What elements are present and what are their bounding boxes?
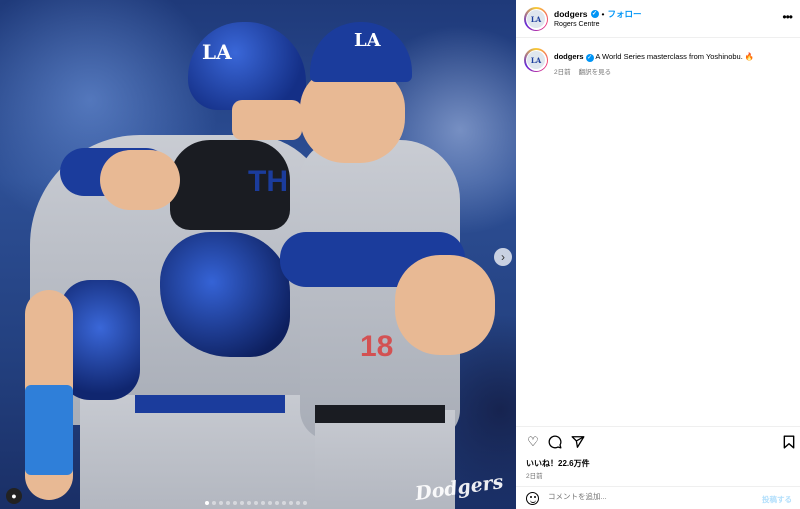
carousel-dot <box>275 501 279 505</box>
person-icon: ● <box>11 491 17 501</box>
pitcher-face <box>300 68 405 163</box>
carousel-dot <box>289 501 293 505</box>
share-icon[interactable] <box>571 435 585 449</box>
jersey-number-fragment: 18 <box>360 330 394 363</box>
carousel-dot <box>282 501 286 505</box>
like-heart-icon[interactable]: ♡ <box>526 435 540 449</box>
carousel-dot <box>268 501 272 505</box>
carousel-dot <box>219 501 223 505</box>
catcher-helmet <box>188 22 306 110</box>
helmet-logo: LA <box>202 40 232 64</box>
username-link[interactable]: dodgers <box>554 9 588 19</box>
comment-bar: 投稿する <box>516 486 800 509</box>
verified-badge-icon: ✓ <box>590 10 599 18</box>
wristband <box>25 385 73 475</box>
location-link[interactable]: Rogers Centre <box>554 21 600 28</box>
carousel-dot <box>205 501 209 505</box>
comment-icon[interactable] <box>548 435 562 449</box>
pitcher-forearm <box>395 255 495 355</box>
follow-button[interactable]: フォロー <box>608 8 642 20</box>
comment-input[interactable] <box>548 492 748 501</box>
catcher-neck <box>232 100 302 140</box>
carousel-dots <box>205 501 307 505</box>
carousel-dot <box>212 501 216 505</box>
emoji-icon[interactable] <box>526 492 539 505</box>
carousel-dot <box>240 501 244 505</box>
tagged-user-button[interactable]: ● <box>6 488 22 504</box>
carousel-dot <box>233 501 237 505</box>
post-details-panel: LA dodgers ✓ • フォロー Rogers Centre ••• LA… <box>516 0 800 509</box>
carousel-dot <box>261 501 265 505</box>
avatar[interactable]: LA <box>524 48 548 72</box>
catcher-belt <box>135 395 285 413</box>
more-options-icon[interactable]: ••• <box>782 10 793 24</box>
post-timestamp: 2日前 <box>526 473 543 480</box>
caption-timestamp: 2日前 <box>554 69 571 76</box>
catcher-jersey-lettering: TH <box>248 165 288 198</box>
carousel-dot <box>254 501 258 505</box>
pitcher-belt <box>315 405 445 423</box>
dodgers-logo-icon: LA <box>527 10 545 28</box>
carousel-dot <box>226 501 230 505</box>
pitcher-hand <box>100 150 180 210</box>
post-comment-button[interactable]: 投稿する <box>762 494 792 505</box>
carousel-dot <box>303 501 307 505</box>
caption-username[interactable]: dodgers <box>554 52 584 61</box>
post-photo[interactable]: TH LA LA 18 Dodgers › ● <box>0 0 516 509</box>
verified-badge-icon: ✓ <box>585 54 594 62</box>
bookmark-icon[interactable] <box>782 435 796 449</box>
see-translation-link[interactable]: 翻訳を見る <box>579 66 612 76</box>
carousel-dot <box>247 501 251 505</box>
post-header: LA dodgers ✓ • フォロー Rogers Centre ••• <box>516 0 800 38</box>
caption-text: A World Series masterclass from Yoshinob… <box>595 52 755 61</box>
carousel-next-button[interactable]: › <box>494 248 512 266</box>
action-bar: ♡ いいね！22.6万件 2日前 <box>516 426 800 486</box>
dodgers-logo-icon: LA <box>527 51 545 69</box>
avatar[interactable]: LA <box>524 7 548 31</box>
chevron-right-icon: › <box>501 250 505 264</box>
separator-dot: • <box>601 9 605 19</box>
carousel-dot <box>296 501 300 505</box>
likes-count[interactable]: いいね！22.6万件 <box>526 458 590 469</box>
cap-logo: LA <box>354 30 381 51</box>
